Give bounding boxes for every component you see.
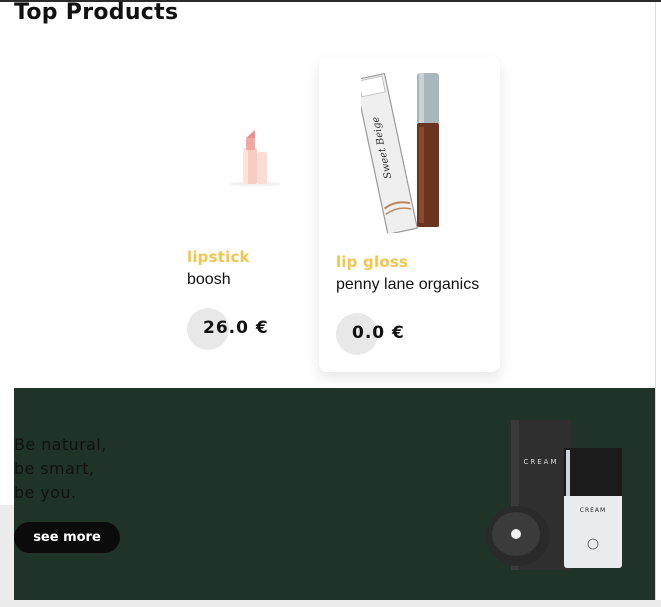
product-category: lipstick (187, 248, 250, 266)
scroll-edge (655, 2, 656, 607)
cream-products-image: CREAM CREAM (486, 420, 622, 570)
cream-box-label: CREAM (523, 458, 558, 466)
promo-banner: Be natural, be smart, be you. see more C… (14, 388, 655, 600)
lip-gloss-image: Sweet Beige (361, 72, 439, 233)
product-card-lipstick[interactable]: lipstick boosh 26.0 € (170, 80, 305, 370)
slogan-line: be smart, (14, 459, 95, 478)
product-brand: boosh (187, 271, 231, 288)
product-category: lip gloss (336, 253, 409, 271)
product-card-lip-gloss[interactable]: Sweet Beige lip gloss penny lane organic… (319, 57, 500, 372)
slogan-line: Be natural, (14, 435, 107, 454)
see-more-button[interactable]: see more (14, 522, 120, 553)
product-brand: penny lane organics (336, 276, 480, 293)
lipstick-image (229, 130, 281, 187)
cream-jar-label: CREAM (580, 507, 606, 514)
product-price: 26.0 € (203, 318, 269, 338)
page-bottom-strip (0, 600, 661, 607)
banner-slogan: Be natural, be smart, be you. (14, 433, 174, 505)
product-price: 0.0 € (352, 323, 405, 343)
slogan-line: be you. (14, 483, 77, 502)
banner-left-gray (0, 505, 14, 607)
section-title: Top Products (14, 0, 179, 25)
